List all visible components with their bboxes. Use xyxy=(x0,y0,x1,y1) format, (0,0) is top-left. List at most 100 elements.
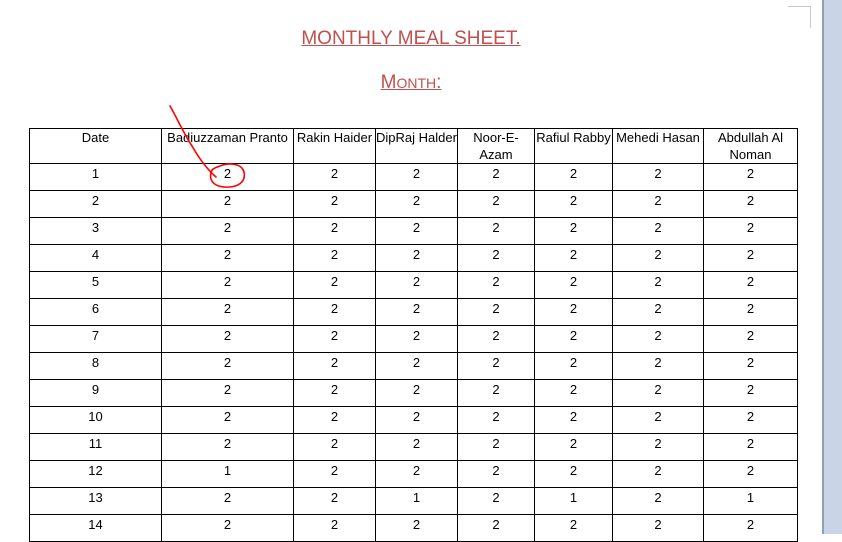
date-cell: 12 xyxy=(29,460,162,488)
meal-count-cell: 2 xyxy=(534,217,613,245)
table-body: 1222222222222222322222224222222252222222… xyxy=(29,163,798,542)
meal-count-cell: 2 xyxy=(457,487,535,515)
meal-count-cell: 2 xyxy=(293,433,376,461)
meal-count-cell: 2 xyxy=(293,379,376,407)
meal-count-cell: 2 xyxy=(375,163,458,191)
column-header-member: Abdullah Al Noman xyxy=(703,128,798,164)
meal-count-cell: 2 xyxy=(457,163,535,191)
table-row: 12222222 xyxy=(29,163,798,191)
meal-count-cell: 2 xyxy=(534,244,613,272)
meal-count-cell: 2 xyxy=(703,244,798,272)
meal-count-cell: 2 xyxy=(703,190,798,218)
meal-count-cell: 2 xyxy=(161,271,294,299)
date-cell: 14 xyxy=(29,514,162,542)
meal-count-cell: 2 xyxy=(612,406,704,434)
column-header-member: Badiuzzaman Pranto xyxy=(161,128,294,164)
meal-count-cell: 2 xyxy=(161,163,294,191)
meal-count-cell: 2 xyxy=(703,271,798,299)
meal-count-cell: 2 xyxy=(612,460,704,488)
meal-count-cell: 2 xyxy=(457,352,535,380)
meal-count-cell: 2 xyxy=(293,406,376,434)
meal-count-cell: 2 xyxy=(612,298,704,326)
meal-count-cell: 2 xyxy=(457,406,535,434)
meal-count-cell: 2 xyxy=(534,163,613,191)
column-header-date: Date xyxy=(29,128,162,164)
page-edge xyxy=(822,0,824,534)
meal-count-cell: 2 xyxy=(457,217,535,245)
date-cell: 5 xyxy=(29,271,162,299)
meal-count-cell: 2 xyxy=(457,460,535,488)
meal-count-cell: 2 xyxy=(161,244,294,272)
meal-count-cell: 2 xyxy=(457,379,535,407)
meal-count-cell: 2 xyxy=(703,352,798,380)
meal-count-cell: 2 xyxy=(161,298,294,326)
table-row: 42222222 xyxy=(29,244,798,272)
meal-count-cell: 2 xyxy=(612,244,704,272)
meal-count-cell: 2 xyxy=(457,433,535,461)
meal-count-cell: 2 xyxy=(534,460,613,488)
meal-count-cell: 2 xyxy=(534,514,613,542)
meal-count-cell: 2 xyxy=(612,271,704,299)
meal-count-cell: 2 xyxy=(703,298,798,326)
meal-count-cell: 2 xyxy=(703,514,798,542)
page-title: MONTHLY MEAL SHEET. xyxy=(301,28,521,49)
meal-count-cell: 2 xyxy=(534,325,613,353)
meal-count-cell: 2 xyxy=(457,190,535,218)
meal-count-cell: 2 xyxy=(293,163,376,191)
meal-count-cell: 2 xyxy=(161,352,294,380)
column-header-member: DipRaj Halder xyxy=(375,128,458,164)
meal-count-cell: 2 xyxy=(375,406,458,434)
meal-count-cell: 2 xyxy=(534,433,613,461)
meal-count-cell: 1 xyxy=(375,487,458,515)
meal-count-cell: 2 xyxy=(703,217,798,245)
meal-count-cell: 2 xyxy=(703,325,798,353)
table-row: 11 2 2 2 2 2 2 2 xyxy=(29,433,798,461)
meal-count-cell: 1 xyxy=(161,460,294,488)
meal-count-cell: 2 xyxy=(375,379,458,407)
meal-count-cell: 2 xyxy=(612,433,704,461)
date-cell: 6 xyxy=(29,298,162,326)
window-background xyxy=(822,0,842,534)
meal-count-cell: 2 xyxy=(534,352,613,380)
meal-count-cell: 2 xyxy=(293,325,376,353)
meal-count-cell: 2 xyxy=(161,514,294,542)
table-row: 13 2 2 1 2 1 2 1 xyxy=(29,487,798,515)
month-label: MONTH: xyxy=(0,72,822,94)
date-cell: 9 xyxy=(29,379,162,407)
meal-count-cell: 2 xyxy=(457,244,535,272)
meal-count-cell: 2 xyxy=(293,460,376,488)
meal-count-cell: 2 xyxy=(161,325,294,353)
meal-count-cell: 2 xyxy=(457,271,535,299)
date-cell: 1 xyxy=(29,163,162,191)
meal-count-cell: 2 xyxy=(612,352,704,380)
column-header-member: Noor-E-Azam xyxy=(457,128,535,164)
meal-count-cell: 2 xyxy=(293,244,376,272)
meal-count-cell: 2 xyxy=(612,163,704,191)
date-cell: 4 xyxy=(29,244,162,272)
meal-count-cell: 2 xyxy=(534,271,613,299)
meal-count-cell: 2 xyxy=(534,406,613,434)
meal-count-cell: 2 xyxy=(457,298,535,326)
meal-count-cell: 2 xyxy=(161,217,294,245)
meal-count-cell: 2 xyxy=(161,433,294,461)
column-header-member: Rakin Haider xyxy=(293,128,376,164)
margin-corner-mark xyxy=(788,6,810,7)
table-row: 52222222 xyxy=(29,271,798,299)
month-label-rest: ONTH xyxy=(396,75,437,91)
date-cell: 3 xyxy=(29,217,162,245)
meal-count-cell: 2 xyxy=(293,298,376,326)
meal-count-cell: 2 xyxy=(293,271,376,299)
meal-count-cell: 2 xyxy=(375,190,458,218)
table-row: 12 1 2 2 2 2 2 2 xyxy=(29,460,798,488)
meal-count-cell: 2 xyxy=(293,190,376,218)
date-cell: 10 xyxy=(29,406,162,434)
meal-count-cell: 2 xyxy=(612,379,704,407)
meal-count-cell: 2 xyxy=(375,460,458,488)
meal-count-cell: 2 xyxy=(293,487,376,515)
margin-corner-mark xyxy=(810,6,811,28)
meal-count-cell: 2 xyxy=(375,244,458,272)
meal-count-cell: 2 xyxy=(534,379,613,407)
meal-count-cell: 2 xyxy=(457,514,535,542)
meal-count-cell: 2 xyxy=(375,271,458,299)
meal-count-cell: 2 xyxy=(612,514,704,542)
